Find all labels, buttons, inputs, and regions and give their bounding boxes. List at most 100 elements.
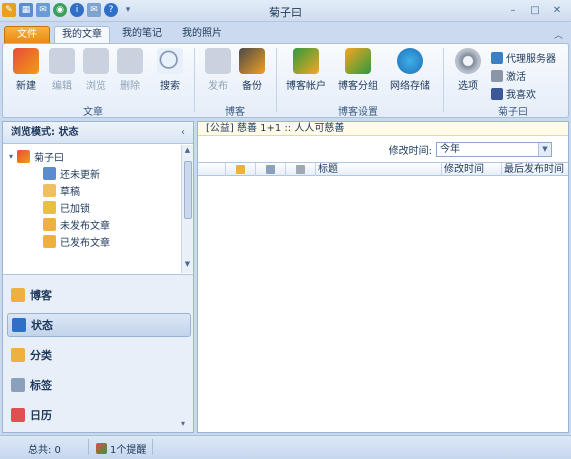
search-icon: [157, 48, 183, 74]
gear-icon: [455, 48, 481, 74]
tree-scrollbar[interactable]: ▲ ▼: [181, 145, 193, 273]
left-panel: 浏览模式: 状态 ‹ ▾ 菊子曰 还未更新 草稿 已加锁 未发布文章 已发布文章: [2, 121, 194, 433]
delete-button[interactable]: 删除: [115, 48, 145, 96]
separator: [276, 48, 277, 112]
column-last-published[interactable]: 最后发布时间: [502, 163, 568, 176]
column-indicator[interactable]: [198, 163, 226, 176]
proxy-icon: [491, 51, 503, 64]
quill-icon: [96, 443, 107, 454]
delete-icon: [117, 48, 143, 74]
time-filter-select[interactable]: 今年 ▼: [436, 142, 552, 157]
group-label-app: 菊子曰: [498, 107, 528, 118]
search-button[interactable]: 搜索: [155, 48, 185, 96]
blog-account-icon: [293, 48, 319, 74]
reminder-button[interactable]: 1个提醒: [96, 441, 146, 456]
nav-calendar[interactable]: 日历: [7, 403, 191, 427]
column-modified[interactable]: 修改时间: [442, 163, 502, 176]
scroll-up-icon[interactable]: ▲: [182, 146, 193, 158]
edit-button[interactable]: 编辑: [47, 48, 77, 96]
tab-my-articles[interactable]: 我的文章: [54, 26, 110, 44]
backup-icon: [239, 48, 265, 74]
nav-status[interactable]: 状态: [7, 313, 191, 337]
publish-icon: [205, 48, 231, 74]
edit-icon: [266, 165, 275, 174]
column-edit[interactable]: [256, 163, 286, 176]
edit-icon: [49, 48, 75, 74]
window-controls: – □ ✕: [503, 2, 567, 18]
lock-icon: [43, 201, 56, 214]
separator: [443, 48, 444, 112]
lock-icon: [296, 165, 305, 174]
tab-my-photos[interactable]: 我的照片: [174, 26, 230, 44]
nav-tags[interactable]: 标签: [7, 373, 191, 397]
options-button[interactable]: 选项: [453, 48, 483, 96]
folder-icon: [236, 165, 245, 174]
tree-item-unpublished[interactable]: 未发布文章: [43, 217, 110, 232]
browse-mode-header: 浏览模式: 状态 ‹: [3, 122, 193, 144]
refresh-doc-icon: [43, 167, 56, 180]
key-icon: [491, 69, 503, 82]
net-storage-button[interactable]: 网络存储: [389, 48, 431, 96]
scroll-down-icon[interactable]: ▼: [182, 260, 193, 272]
nav-blog[interactable]: 博客: [7, 283, 191, 307]
published-icon: [43, 235, 56, 248]
expand-icon[interactable]: ▾: [9, 152, 13, 161]
separator: [194, 48, 195, 112]
collapse-ribbon-icon[interactable]: ︿: [554, 28, 563, 41]
tree-item-published[interactable]: 已发布文章: [43, 234, 110, 249]
nav-more-icon[interactable]: ▾: [181, 419, 185, 428]
like-button[interactable]: 我喜欢: [491, 86, 536, 101]
publish-button[interactable]: 发布: [203, 48, 233, 96]
tab-my-notes[interactable]: 我的笔记: [114, 26, 170, 44]
tag-icon: [11, 378, 25, 392]
ribbon: 新建 编辑 浏览 删除 搜索 文章 发布 备份 博客 博客帐户 博客分组 网络存…: [2, 43, 569, 118]
tree-item-draft[interactable]: 草稿: [43, 183, 80, 198]
blog-group-button[interactable]: 博客分组: [337, 48, 379, 96]
article-grid-header: 标题 修改时间 最后发布时间: [198, 162, 568, 176]
globe-storage-icon: [397, 48, 423, 74]
column-folder[interactable]: [226, 163, 256, 176]
scroll-thumb[interactable]: [184, 161, 192, 219]
close-icon[interactable]: ✕: [547, 2, 567, 18]
draft-icon: [43, 184, 56, 197]
tree-root[interactable]: ▾ 菊子曰: [9, 149, 64, 164]
calendar-icon: [11, 408, 25, 422]
quill-icon: [13, 48, 39, 74]
browse-button[interactable]: 浏览: [81, 48, 111, 96]
minimize-icon[interactable]: –: [503, 2, 523, 18]
collapse-panel-icon[interactable]: ‹: [181, 122, 185, 144]
tree-item-not-updated[interactable]: 还未更新: [43, 166, 100, 181]
title-bar: ✎ ▦ ✉ ◉ i ✉ ? ▾ 菊子曰 – □ ✕: [0, 0, 571, 22]
status-tree: ▾ 菊子曰 还未更新 草稿 已加锁 未发布文章 已发布文章: [3, 145, 193, 273]
facebook-icon: [491, 87, 503, 100]
maximize-icon[interactable]: □: [525, 2, 545, 18]
folder-icon: [43, 218, 56, 231]
proxy-server-button[interactable]: 代理服务器: [491, 50, 556, 65]
new-button[interactable]: 新建: [11, 48, 41, 96]
time-filter: 修改时间: 今年 ▼: [389, 142, 552, 157]
blog-icon: [11, 288, 25, 302]
file-tab[interactable]: 文件: [4, 26, 50, 44]
nav-category[interactable]: 分类: [7, 343, 191, 367]
total-count: 总共: 0: [28, 445, 61, 456]
window-title: 菊子曰: [269, 6, 302, 19]
backup-button[interactable]: 备份: [237, 48, 267, 96]
filter-label: 修改时间:: [388, 146, 432, 157]
charity-notice[interactable]: [公益] 慈善 1+1 :: 人人可慈善: [198, 122, 568, 136]
group-label-blog: 博客: [225, 107, 245, 118]
blog-group-icon: [345, 48, 371, 74]
ribbon-tab-strip: 文件 我的文章 我的笔记 我的照片 ︿: [0, 22, 571, 44]
chevron-down-icon[interactable]: ▼: [538, 143, 551, 156]
status-icon: [12, 318, 26, 332]
separator: [88, 439, 89, 455]
group-label-blog-settings: 博客设置: [338, 107, 378, 118]
browse-icon: [83, 48, 109, 74]
blog-account-button[interactable]: 博客帐户: [285, 48, 327, 96]
activate-button[interactable]: 激活: [491, 68, 526, 83]
column-lock[interactable]: [286, 163, 316, 176]
status-bar: 总共: 0 1个提醒: [0, 435, 571, 459]
quill-icon: [17, 150, 31, 163]
column-title[interactable]: 标题: [316, 163, 442, 176]
tree-item-locked[interactable]: 已加锁: [43, 200, 90, 215]
navigation-pane: 博客 状态 分类 标签 日历 ▾: [3, 274, 193, 432]
